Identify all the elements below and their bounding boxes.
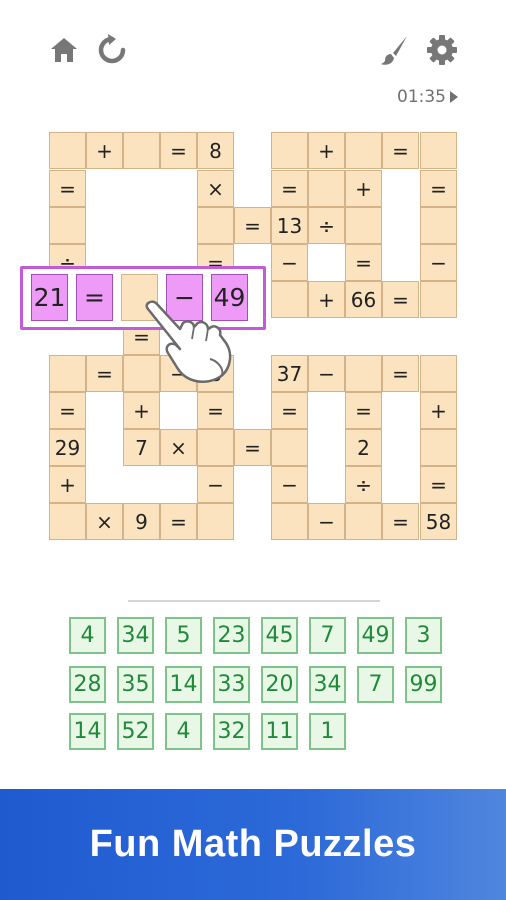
number-tile[interactable]: 34 [117,617,154,654]
number-tile[interactable]: 34 [309,666,346,703]
divider [128,600,380,602]
active-cell-operator: = [76,274,113,321]
number-cell: 7 [123,429,160,466]
operator-cell: ÷ [345,466,382,503]
empty-cell[interactable] [420,281,457,318]
operator-cell: + [420,392,457,429]
empty-cell[interactable] [420,207,457,244]
number-tile[interactable]: 5 [165,617,202,654]
operator-cell: × [160,429,197,466]
operator-cell: = [345,244,382,281]
operator-cell: = [160,132,197,169]
empty-cell[interactable] [271,281,308,318]
operator-cell: = [345,392,382,429]
number-tile[interactable]: 7 [309,617,346,654]
number-tile[interactable]: 4 [69,617,106,654]
number-cell: 29 [49,429,86,466]
empty-cell[interactable] [308,170,345,207]
number-tile[interactable]: 1 [309,713,346,750]
number-tile[interactable]: 3 [405,617,442,654]
number-tile[interactable]: 33 [213,666,250,703]
number-tile[interactable]: 7 [357,666,394,703]
number-tile[interactable]: 20 [261,666,298,703]
operator-cell: − [308,355,345,392]
number-tile[interactable]: 14 [69,713,106,750]
number-cell: 8 [197,132,234,169]
empty-cell[interactable] [197,207,234,244]
number-tile[interactable]: 99 [405,666,442,703]
empty-cell[interactable] [49,207,86,244]
operator-cell: = [382,355,419,392]
empty-cell[interactable] [197,429,234,466]
number-cell: 58 [420,503,457,540]
operator-cell: = [197,392,234,429]
promo-banner: Fun Math Puzzles [0,789,506,900]
empty-cell[interactable] [49,132,86,169]
operator-cell: = [49,392,86,429]
empty-cell[interactable] [345,355,382,392]
operator-cell: + [308,281,345,318]
number-tile[interactable]: 32 [213,713,250,750]
empty-cell[interactable] [271,429,308,466]
empty-cell[interactable] [271,132,308,169]
operator-cell: = [382,281,419,318]
active-cell-number: 21 [31,274,68,321]
operator-cell: − [271,466,308,503]
empty-cell[interactable] [420,132,457,169]
empty-cell[interactable] [345,503,382,540]
operator-cell: ÷ [308,207,345,244]
empty-cell[interactable] [420,429,457,466]
operator-cell: = [234,207,271,244]
operator-cell: = [86,355,123,392]
number-tile[interactable]: 14 [165,666,202,703]
number-cell: 2 [345,429,382,466]
number-tile[interactable]: 52 [117,713,154,750]
operator-cell: + [49,466,86,503]
operator-cell: + [308,132,345,169]
number-tile[interactable]: 23 [213,617,250,654]
number-cell: 13 [271,207,308,244]
operator-cell: + [86,132,123,169]
number-cell: 37 [271,355,308,392]
operator-cell: − [420,244,457,281]
number-tile[interactable]: 4 [165,713,202,750]
number-cell: 66 [345,281,382,318]
empty-cell[interactable] [49,503,86,540]
operator-cell: = [420,466,457,503]
empty-cell[interactable] [197,503,234,540]
banner-title: Fun Math Puzzles [89,823,417,865]
number-tile[interactable]: 35 [117,666,154,703]
empty-cell[interactable] [345,207,382,244]
number-tile[interactable]: 11 [261,713,298,750]
empty-cell[interactable] [271,503,308,540]
operator-cell: + [345,170,382,207]
operator-cell: = [271,170,308,207]
operator-cell: − [308,503,345,540]
operator-cell: = [271,392,308,429]
number-tile[interactable]: 45 [261,617,298,654]
operator-cell: = [420,170,457,207]
pointing-hand-icon [145,300,232,383]
operator-cell: = [234,429,271,466]
number-tile[interactable]: 28 [69,666,106,703]
operator-cell: = [382,132,419,169]
number-cell: 9 [123,503,160,540]
operator-cell: − [197,466,234,503]
operator-cell: − [271,244,308,281]
operator-cell: = [382,503,419,540]
operator-cell: × [86,503,123,540]
empty-cell[interactable] [345,132,382,169]
number-tile[interactable]: 49 [357,617,394,654]
empty-cell[interactable] [420,355,457,392]
operator-cell: = [160,503,197,540]
operator-cell: = [49,170,86,207]
empty-cell[interactable] [49,355,86,392]
operator-cell: + [123,392,160,429]
operator-cell: × [197,170,234,207]
empty-cell[interactable] [123,132,160,169]
